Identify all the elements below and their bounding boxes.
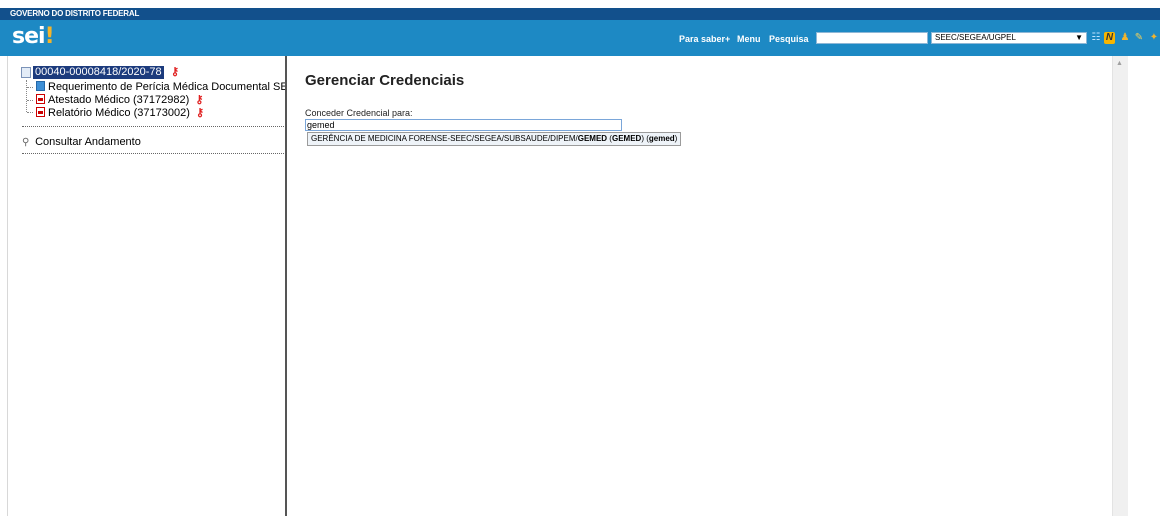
suggestion-text: ) ( (641, 134, 649, 143)
sei-logo[interactable]: sei! (12, 24, 55, 49)
unit-select-value: SEEC/SEGEA/UGPEL (935, 33, 1016, 42)
suggestion-match: GEMED (577, 134, 608, 143)
pesquisa-link[interactable]: Pesquisa (769, 33, 809, 45)
document-icon (36, 81, 45, 91)
consultar-andamento-link[interactable]: ⚲ Consultar Andamento (22, 136, 141, 149)
scroll-up-icon[interactable]: ▲ (1116, 60, 1123, 68)
tree-connector (27, 112, 33, 113)
tools-icon[interactable]: ✎ (1133, 32, 1145, 44)
process-tree-panel: 00040-00008418/2020-78 ⚷ Requerimento de… (7, 56, 295, 516)
pdf-icon (36, 94, 45, 104)
document-label[interactable]: Atestado Médico (37172982) (48, 94, 189, 106)
credential-input[interactable]: gemed (305, 119, 622, 131)
tree-separator (22, 126, 288, 127)
tree-document-item[interactable]: Requerimento de Perícia Médica Documenta… (36, 81, 295, 94)
document-label[interactable]: Relatório Médico (37173002) (48, 107, 190, 119)
tree-connector (27, 100, 33, 101)
new-icon[interactable]: N (1104, 32, 1115, 44)
suggestion-match: gemed (648, 134, 675, 143)
autocomplete-suggestion[interactable]: GERÊNCIA DE MEDICINA FORENSE-SEEC/SEGEA/… (307, 132, 682, 146)
user-icon[interactable]: ♟ (1119, 32, 1131, 44)
content-area: Gerenciar Credenciais Conceder Credencia… (287, 56, 1113, 516)
pdf-icon (36, 107, 45, 117)
chevron-down-icon: ▼ (1075, 33, 1083, 42)
list-icon[interactable]: ☷ (1090, 32, 1102, 44)
right-gutter (1128, 56, 1160, 516)
credential-field-label: Conceder Credencial para: (305, 108, 413, 118)
suggestion-text: ) (674, 134, 678, 143)
tree-document-item[interactable]: Atestado Médico (37172982) ⚷ (36, 94, 203, 107)
menu-link[interactable]: Menu (737, 33, 761, 45)
unit-select[interactable]: SEEC/SEGEA/UGPEL ▼ (931, 32, 1087, 44)
tree-document-item[interactable]: Relatório Médico (37173002) ⚷ (36, 107, 204, 120)
magnifier-icon: ⚲ (22, 137, 30, 148)
credential-key-icon: ⚷ (195, 94, 204, 106)
logo-text: sei (12, 24, 46, 49)
document-label[interactable]: Requerimento de Perícia Médica Documenta… (48, 81, 295, 93)
process-number[interactable]: 00040-00008418/2020-78 (33, 66, 164, 79)
tree-connector (26, 80, 27, 112)
content-scrollbar[interactable]: ▲ (1112, 56, 1128, 516)
tree-connector (27, 87, 33, 88)
window-top-edge (0, 0, 1160, 8)
exit-icon[interactable]: ✦ (1148, 32, 1160, 44)
credential-key-icon: ⚷ (171, 66, 180, 78)
app-header: sei! Para saber+ Menu Pesquisa SEEC/SEGE… (0, 20, 1160, 56)
para-saber-link[interactable]: Para saber+ (679, 33, 730, 45)
tree-separator (22, 153, 288, 154)
logo-exclamation: ! (44, 24, 55, 49)
search-input[interactable] (816, 32, 928, 44)
government-banner: GOVERNO DO DISTRITO FEDERAL (0, 8, 1160, 20)
consultar-andamento-label[interactable]: Consultar Andamento (35, 136, 141, 148)
suggestion-prefix: GERÊNCIA DE MEDICINA FORENSE-SEEC/SEGEA/… (311, 134, 578, 143)
page-title: Gerenciar Credenciais (305, 72, 465, 89)
process-folder-icon (21, 67, 31, 78)
suggestion-match: GEMED (611, 134, 642, 143)
credential-key-icon: ⚷ (195, 107, 204, 119)
